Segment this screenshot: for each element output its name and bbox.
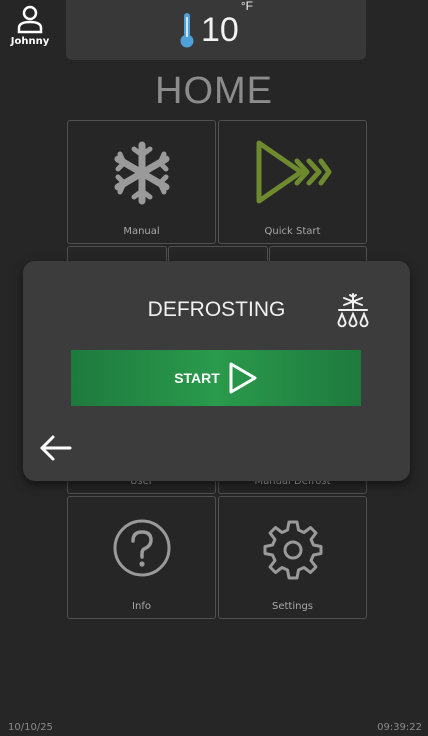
footer-time: 09:39:22 [377,722,422,733]
user-icon [17,5,43,34]
temperature-unit: °F [240,0,253,13]
tile-settings[interactable]: Settings [218,496,367,619]
play-icon [229,362,257,394]
back-button[interactable] [38,433,74,463]
tile-quick-start[interactable]: Quick Start [218,120,367,244]
fast-forward-icon [256,140,331,204]
tile-settings-label: Settings [271,601,313,612]
defrost-icon [337,293,369,328]
defrost-dialog: DEFROSTING START [23,261,410,481]
tile-info[interactable]: Info [67,496,216,619]
help-icon [113,519,170,577]
start-button[interactable]: START [71,350,361,406]
tile-quick-start-label: Quick Start [264,226,321,237]
tile-info-label: Info [132,601,151,612]
temperature-display: 10°F [66,0,366,60]
defrost-icon-wrap [333,291,373,335]
arrow-left-icon [40,435,72,461]
footer-date: 10/10/25 [8,722,53,733]
temperature-number: 10 [201,10,239,49]
tile-manual[interactable]: Manual [67,120,216,244]
user-profile[interactable]: Johnny [6,4,54,58]
user-name: Johnny [10,36,50,47]
thermometer-icon [180,13,194,48]
tile-manual-label: Manual [123,226,160,237]
gear-icon [263,520,322,580]
temperature-value: 10°F [201,0,253,50]
start-button-label: START [174,370,220,386]
snowflake-icon [114,141,169,205]
page-title: HOME [155,70,273,112]
